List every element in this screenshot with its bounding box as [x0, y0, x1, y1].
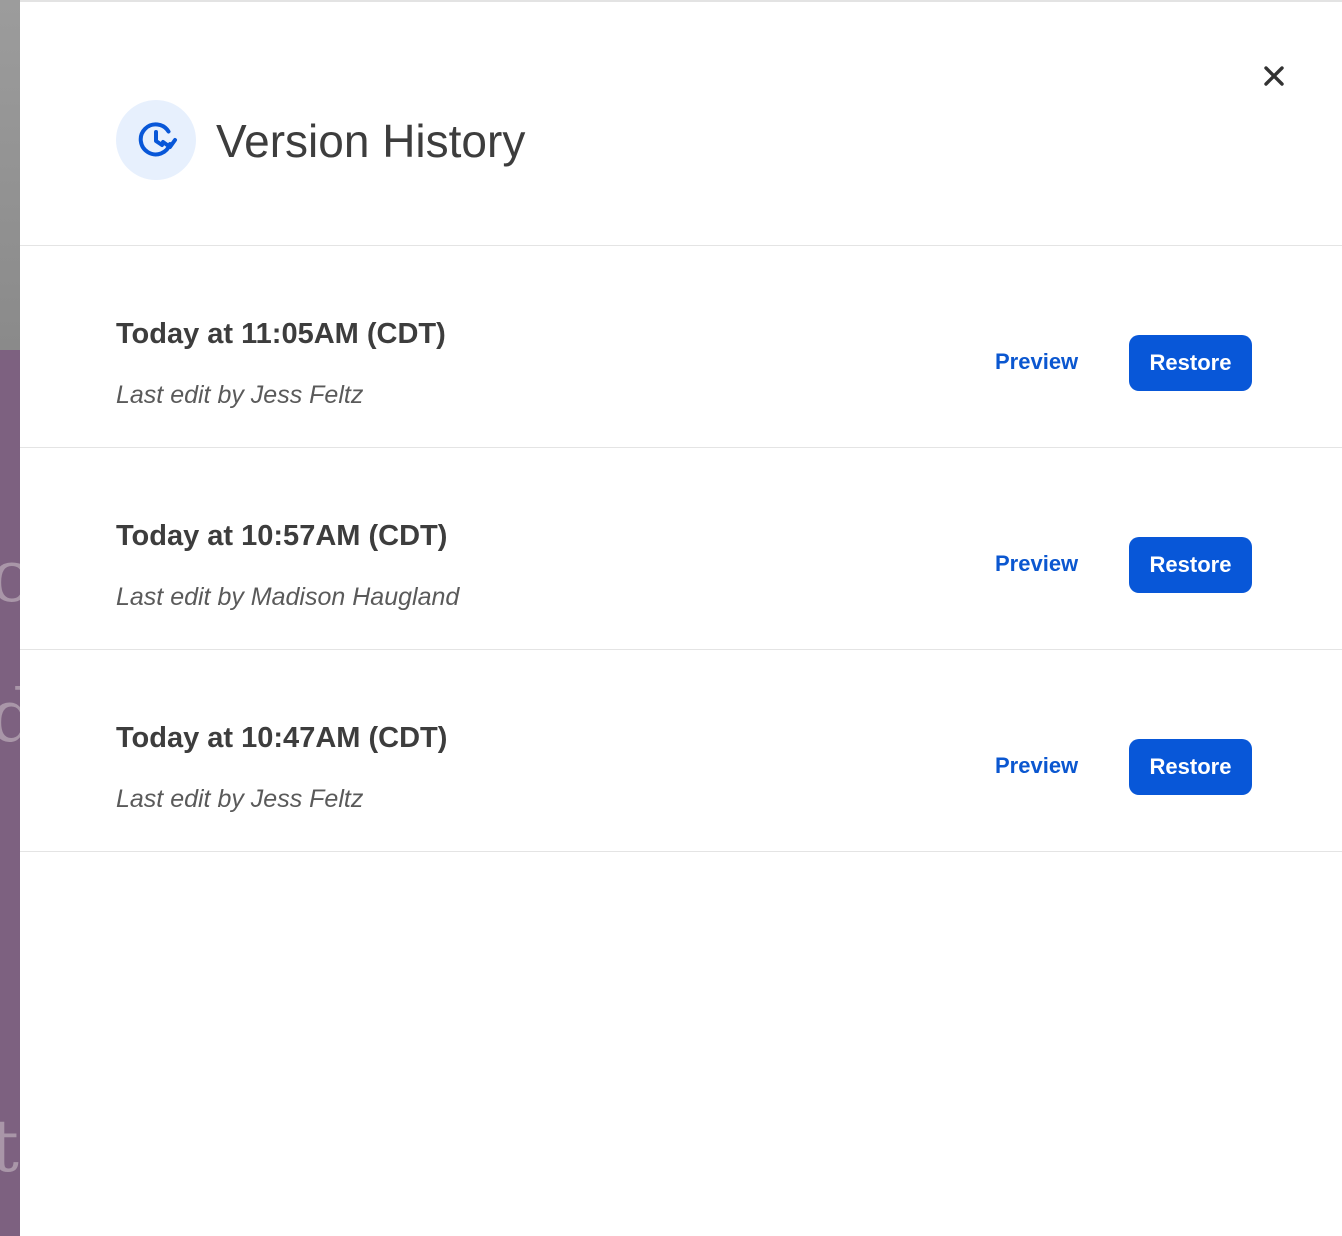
close-icon[interactable] — [1260, 62, 1288, 90]
dialog-title: Version History — [216, 115, 526, 167]
preview-link[interactable]: Preview — [995, 347, 1078, 377]
history-clock-icon — [116, 100, 196, 180]
version-row: Today at 11:05AM (CDT) Last edit by Jess… — [20, 246, 1342, 448]
background-header-strip — [0, 0, 20, 350]
preview-link[interactable]: Preview — [995, 549, 1078, 579]
version-row: Today at 10:47AM (CDT) Last edit by Jess… — [20, 650, 1342, 852]
version-timestamp: Today at 11:05AM (CDT) — [116, 318, 446, 350]
background-content-strip: c d t — [0, 350, 20, 1236]
panel-header: Version History — [20, 2, 1342, 246]
version-editor: Last edit by Jess Feltz — [116, 785, 364, 813]
version-timestamp: Today at 10:57AM (CDT) — [116, 520, 448, 552]
version-editor: Last edit by Jess Feltz — [116, 381, 364, 409]
restore-button[interactable]: Restore — [1129, 335, 1252, 391]
background-glyph: t — [0, 1104, 19, 1188]
version-row: Today at 10:57AM (CDT) Last edit by Madi… — [20, 448, 1342, 650]
background-page: c d t — [0, 0, 20, 1236]
restore-button[interactable]: Restore — [1129, 537, 1252, 593]
version-editor: Last edit by Madison Haugland — [116, 583, 460, 611]
background-glyph: c — [0, 540, 20, 612]
restore-button[interactable]: Restore — [1129, 739, 1252, 795]
version-history-panel: Version History Today at 11:05AM (CDT) L… — [20, 0, 1342, 1236]
preview-link[interactable]: Preview — [995, 751, 1078, 781]
background-glyph: d — [0, 680, 20, 752]
version-timestamp: Today at 10:47AM (CDT) — [116, 722, 448, 754]
